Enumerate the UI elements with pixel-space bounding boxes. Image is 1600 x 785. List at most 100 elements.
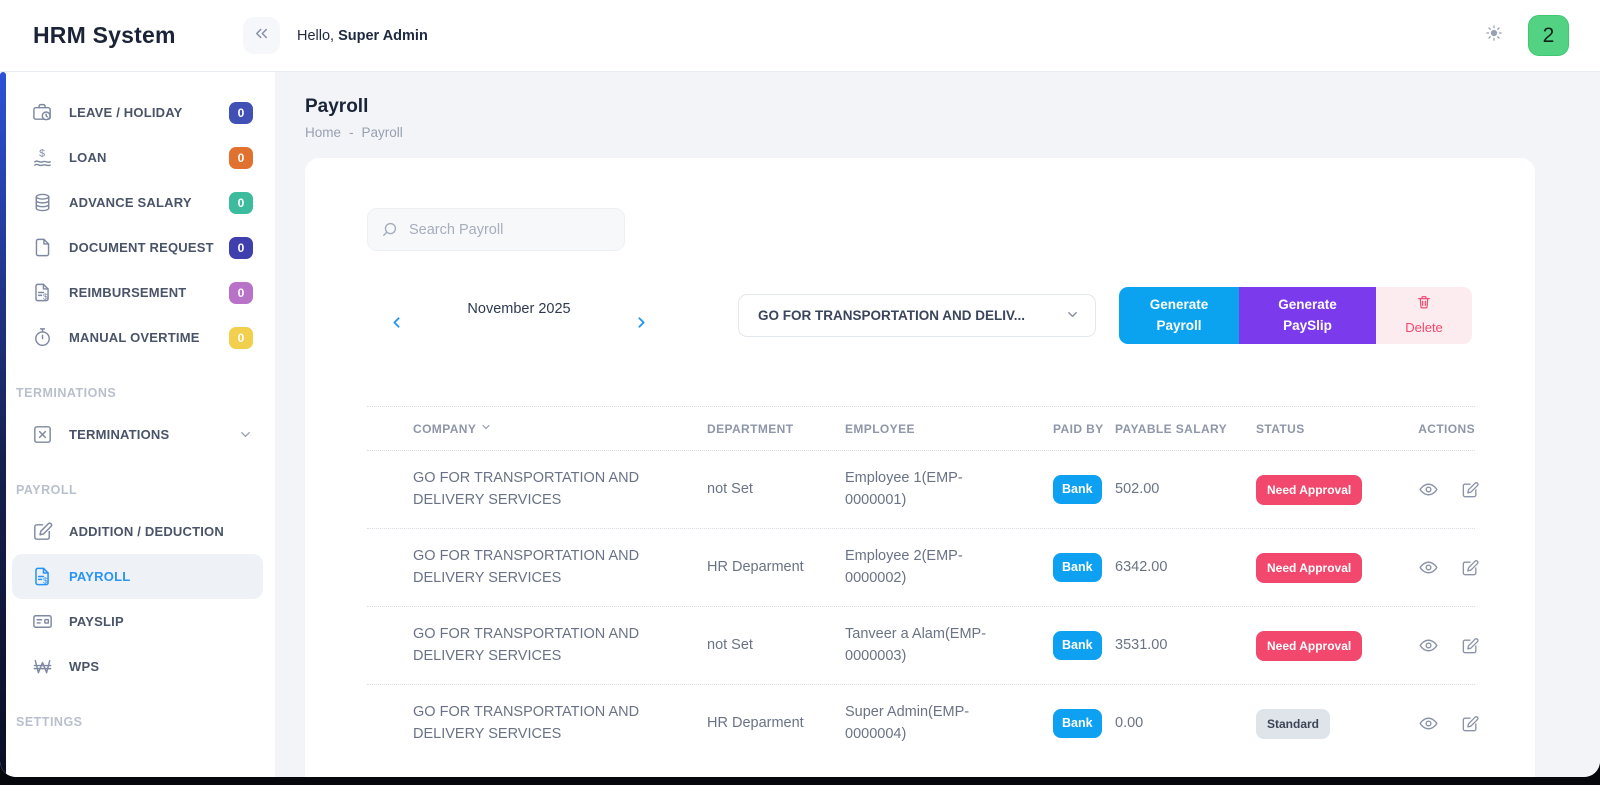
double-chevron-left-icon [252,24,271,48]
payroll-table: COMPANY DEPARTMENT EMPLOYEE PAID BY PAYA… [367,406,1475,762]
breadcrumb-home[interactable]: Home [305,125,341,140]
view-eye-icon[interactable] [1418,479,1439,500]
actions-cell [1418,479,1480,500]
column-header-label: COMPANY [413,422,476,436]
payable-salary-cell: 502.00 [1115,479,1256,501]
sidebar-item-label: MANUAL OVERTIME [69,330,229,345]
sidebar-item-document-request[interactable]: DOCUMENT REQUEST 0 [0,225,275,270]
employee-cell: Super Admin(EMP-0000004) [845,702,1053,746]
actions-cell [1418,713,1480,734]
chevron-down-icon [238,427,253,442]
hand-dollar-icon: $ [31,146,54,169]
paid-by-badge: Bank [1053,709,1102,738]
paid-by-badge: Bank [1053,631,1102,660]
sidebar-item-label: LOAN [69,150,229,165]
greeting-prefix: Hello, [297,28,334,44]
sort-chevron-icon [480,421,492,436]
trash-icon [1416,294,1432,316]
briefcase-clock-icon [31,101,54,124]
table-header-row: COMPANY DEPARTMENT EMPLOYEE PAID BY PAYA… [367,406,1475,450]
delete-button-label: Delete [1405,318,1443,338]
column-header-department: DEPARTMENT [707,422,845,436]
sidebar-item-leave-holiday[interactable]: LEAVE / HOLIDAY 0 [0,90,275,135]
edit-pencil-icon[interactable] [1460,714,1480,734]
count-badge: 0 [229,327,253,349]
column-header-status: STATUS [1256,422,1418,436]
payroll-toolbar: November 2025 GO FOR TRANSPORTATION AND … [367,287,1475,344]
generate-payroll-button[interactable]: Generate Payroll [1119,287,1239,344]
department-cell: not Set [707,635,845,657]
department-cell: HR Deparment [707,713,845,735]
count-badge: 0 [229,192,253,214]
delete-button[interactable]: Delete [1376,287,1472,344]
edit-square-icon [31,520,54,543]
edit-pencil-icon[interactable] [1460,480,1480,500]
company-select[interactable]: GO FOR TRANSPORTATION AND DELIV... [738,294,1096,337]
company-cell: GO FOR TRANSPORTATION AND DELIVERY SERVI… [413,624,707,668]
sidebar-item-manual-overtime[interactable]: MANUAL OVERTIME 0 [0,315,275,360]
view-eye-icon[interactable] [1418,557,1439,578]
company-cell: GO FOR TRANSPORTATION AND DELIVERY SERVI… [413,468,707,512]
sidebar-item-label: LEAVE / HOLIDAY [69,105,229,120]
sidebar-collapse-button[interactable] [243,17,280,54]
sidebar-item-addition-deduction[interactable]: ADDITION / DEDUCTION [0,509,275,554]
search-input[interactable] [367,208,625,251]
svg-text:$: $ [39,148,45,160]
id-card-icon [31,610,54,633]
table-row: GO FOR TRANSPORTATION AND DELIVERY SERVI… [367,606,1475,684]
notification-count-badge[interactable]: 2 [1528,15,1569,56]
employee-cell: Tanveer a Alam(EMP-0000003) [845,624,1053,668]
column-header-payable-salary: PAYABLE SALARY [1115,422,1256,436]
theme-toggle-button[interactable] [1485,24,1503,47]
view-eye-icon[interactable] [1418,713,1439,734]
x-square-icon [31,423,54,446]
sidebar-item-label: PAYSLIP [69,614,253,629]
sidebar-item-wps[interactable]: WPS [0,644,275,689]
breadcrumb-current: Payroll [362,125,403,140]
sidebar-item-advance-salary[interactable]: ADVANCE SALARY 0 [0,180,275,225]
table-row: GO FOR TRANSPORTATION AND DELIVERY SERVI… [367,684,1475,762]
main-content: Payroll Home - Payroll [275,72,1600,777]
sidebar-item-label: WPS [69,659,253,674]
edit-pencil-icon[interactable] [1460,636,1480,656]
sidebar-scrollbar[interactable] [0,72,6,777]
paid-by-badge: Bank [1053,475,1102,504]
top-header: HRM System Hello, Super Admin 2 [0,0,1600,72]
sidebar-item-terminations[interactable]: TERMINATIONS [0,412,275,457]
svg-text:$: $ [43,293,48,302]
sidebar-item-payroll[interactable]: $ PAYROLL [12,554,263,599]
chevron-down-icon [1065,307,1080,325]
employee-cell: Employee 2(EMP-0000002) [845,546,1053,590]
document-icon [31,236,54,259]
search-icon [380,220,399,244]
company-select-value: GO FOR TRANSPORTATION AND DELIV... [758,308,1025,323]
employee-cell: Employee 1(EMP-0000001) [845,468,1053,512]
previous-month-button[interactable] [388,314,405,331]
app-logo: HRM System [0,22,243,49]
generate-payslip-button[interactable]: Generate PaySlip [1239,287,1376,344]
sidebar-item-label: REIMBURSEMENT [69,285,229,300]
sidebar-item-loan[interactable]: $ LOAN 0 [0,135,275,180]
view-eye-icon[interactable] [1418,635,1439,656]
edit-pencil-icon[interactable] [1460,558,1480,578]
payable-salary-cell: 3531.00 [1115,635,1256,657]
sidebar-item-reimbursement[interactable]: $ REIMBURSEMENT 0 [0,270,275,315]
sidebar-item-label: DOCUMENT REQUEST [69,240,229,255]
table-row: GO FOR TRANSPORTATION AND DELIVERY SERVI… [367,450,1475,528]
status-badge: Need Approval [1256,553,1362,583]
current-month-label: November 2025 [405,301,633,317]
greeting-username: Super Admin [338,28,428,44]
column-header-company[interactable]: COMPANY [413,421,707,436]
payroll-actions-group: Generate Payroll Generate PaySlip Delete [1119,287,1472,344]
payroll-card: November 2025 GO FOR TRANSPORTATION AND … [305,158,1535,777]
actions-cell [1418,635,1480,656]
document-dollar-icon: $ [31,281,54,304]
company-cell: GO FOR TRANSPORTATION AND DELIVERY SERVI… [413,702,707,746]
sidebar-item-label: PAYROLL [69,569,253,584]
table-body: GO FOR TRANSPORTATION AND DELIVERY SERVI… [367,450,1475,762]
section-header-settings: SETTINGS [0,689,275,741]
next-month-button[interactable] [633,314,650,331]
sidebar-item-label: TERMINATIONS [69,427,238,442]
sidebar-item-payslip[interactable]: PAYSLIP [0,599,275,644]
department-cell: not Set [707,479,845,501]
